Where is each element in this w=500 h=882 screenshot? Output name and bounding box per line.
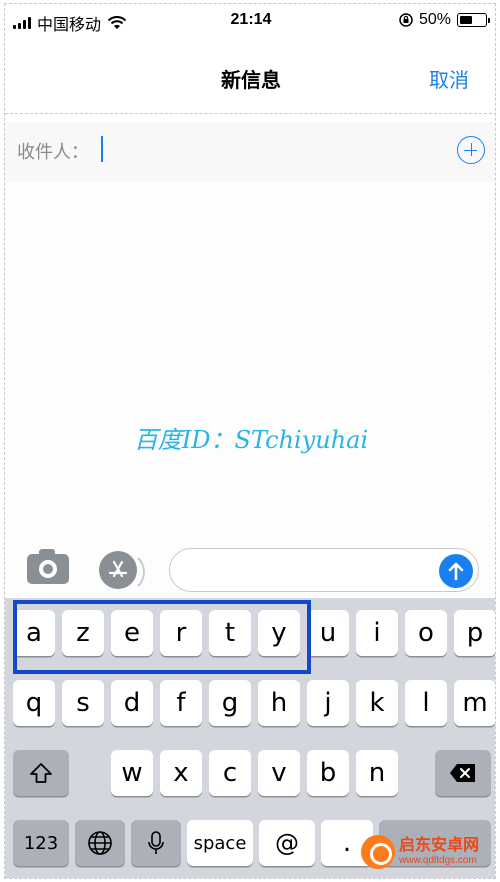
key-s[interactable]: s <box>62 680 104 726</box>
compose-bar <box>5 542 495 598</box>
plus-circle-icon[interactable] <box>457 136 485 164</box>
key-g[interactable]: g <box>209 680 251 726</box>
key-q[interactable]: q <box>13 680 55 726</box>
key-k[interactable]: k <box>356 680 398 726</box>
key-d[interactable]: d <box>111 680 153 726</box>
page-title: 新信息 <box>221 70 281 92</box>
recipient-label: 收件人： <box>17 142 89 162</box>
key-b[interactable]: b <box>307 750 349 796</box>
key-j[interactable]: j <box>307 680 349 726</box>
brand-logo: 启东安卓网 www.qdltdgs.com <box>361 830 493 874</box>
microphone-icon[interactable] <box>131 820 181 866</box>
key-n[interactable]: n <box>356 750 398 796</box>
brand-url: www.qdltdgs.com <box>399 855 477 866</box>
battery-percent: 50% <box>418 11 451 28</box>
numbers-key[interactable]: 123 <box>13 820 69 866</box>
key-i[interactable]: i <box>356 610 398 656</box>
globe-icon[interactable] <box>75 820 125 866</box>
at-key[interactable]: @ <box>259 820 315 866</box>
send-arrow-icon[interactable] <box>439 554 473 588</box>
highlight-box <box>13 600 311 674</box>
cancel-button[interactable]: 取消 <box>429 64 469 93</box>
space-key[interactable]: space <box>187 820 253 866</box>
nav-bar: 新信息 取消 <box>5 38 495 114</box>
status-bar: 中国移动 21:14 50% <box>5 4 495 38</box>
brand-mark-icon <box>361 835 395 869</box>
text-cursor <box>101 136 103 162</box>
key-l[interactable]: l <box>405 680 447 726</box>
brand-name: 启东安卓网 <box>399 837 480 854</box>
keyboard: azertyuiop qsdfghjklm wxcvbn 123 space @… <box>5 598 495 878</box>
backspace-icon[interactable] <box>435 750 491 796</box>
key-m[interactable]: m <box>454 680 495 726</box>
key-f[interactable]: f <box>160 680 202 726</box>
key-w[interactable]: w <box>111 750 153 796</box>
recipient-field[interactable]: 收件人： <box>5 122 495 182</box>
battery-icon <box>457 13 490 27</box>
key-o[interactable]: o <box>405 610 447 656</box>
key-c[interactable]: c <box>209 750 251 796</box>
shift-icon[interactable] <box>13 750 69 796</box>
phone-screen: 中国移动 21:14 50% 新信息 取消 收件人： 百度ID：STchiyuh… <box>4 3 496 879</box>
app-store-icon[interactable] <box>99 551 145 593</box>
message-area: 百度ID：STchiyuhai <box>5 182 495 542</box>
key-x[interactable]: x <box>160 750 202 796</box>
key-u[interactable]: u <box>307 610 349 656</box>
key-h[interactable]: h <box>258 680 300 726</box>
key-p[interactable]: p <box>454 610 495 656</box>
watermark-text: 百度ID：STchiyuhai <box>133 426 369 454</box>
camera-icon[interactable] <box>27 549 69 584</box>
rotation-lock-icon <box>399 13 413 27</box>
message-input[interactable] <box>169 548 479 592</box>
key-v[interactable]: v <box>258 750 300 796</box>
